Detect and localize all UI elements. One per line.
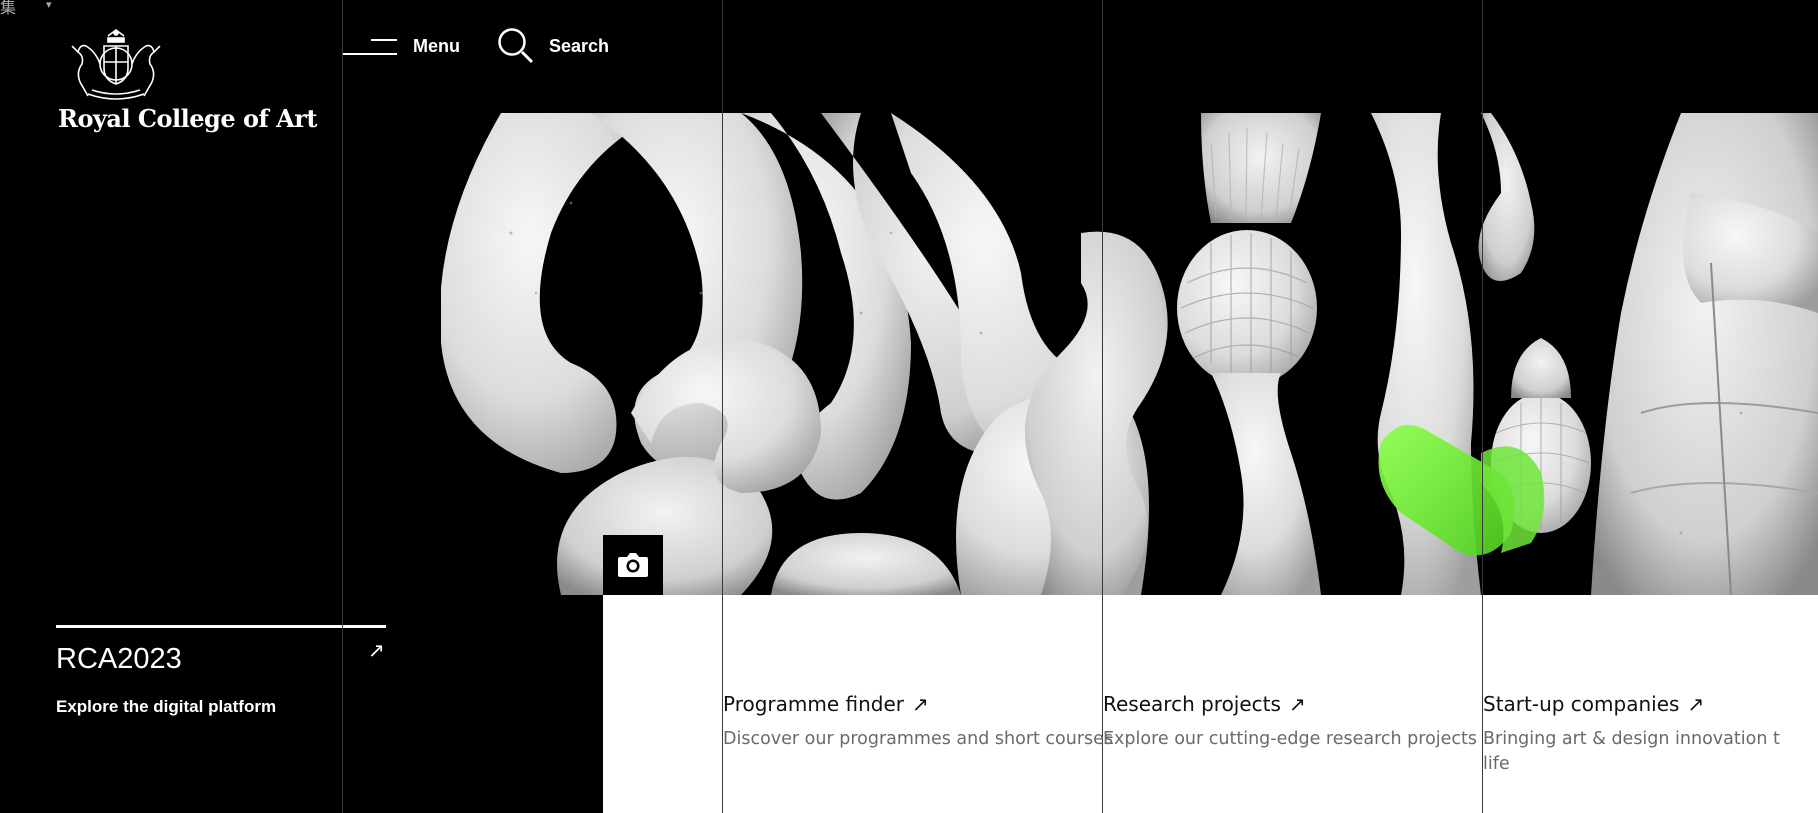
grid-line xyxy=(342,0,343,813)
card-description-line: life xyxy=(1483,754,1510,774)
startup-companies-link[interactable]: Start-up companies ↗ xyxy=(1483,692,1704,716)
ime-indicator: 集 xyxy=(0,0,17,17)
card-description: Bringing art & design innovation t life xyxy=(1483,727,1780,777)
page: 集 ▾ Royal College of Art Menu Search Pro… xyxy=(0,0,1818,813)
card-research-projects: Research projects ↗ Explore our cutting-e… xyxy=(1103,692,1477,752)
hamburger-icon xyxy=(343,35,397,57)
promo-title-link[interactable]: RCA2023 xyxy=(56,643,182,676)
brand-name: Royal College of Art xyxy=(58,104,317,133)
card-startup-companies: Start-up companies ↗ Bringing art & desig… xyxy=(1483,692,1780,777)
image-credit-button[interactable] xyxy=(603,535,663,595)
camera-icon xyxy=(618,553,648,577)
research-projects-link[interactable]: Research projects ↗ xyxy=(1103,692,1306,716)
card-title: Research projects xyxy=(1103,692,1281,716)
card-title: Programme finder xyxy=(723,692,905,716)
card-description-line: Bringing art & design innovation t xyxy=(1483,729,1780,749)
arrow-up-right-icon: ↗ xyxy=(912,692,929,716)
search-button[interactable]: Search xyxy=(497,26,609,66)
hero-image xyxy=(441,113,1818,595)
promo-divider xyxy=(56,625,386,628)
card-description: Discover our programmes and short course… xyxy=(723,729,1114,749)
promo-subtitle: Explore the digital platform xyxy=(56,697,277,716)
royal-crest-icon xyxy=(71,29,161,100)
ime-dropdown-icon[interactable]: ▾ xyxy=(46,0,52,11)
arrow-up-right-icon: ↗ xyxy=(1288,692,1306,716)
card-title: Start-up companies xyxy=(1483,692,1680,716)
menu-label: Menu xyxy=(413,35,460,56)
card-description: Explore our cutting-edge research projec… xyxy=(1103,729,1478,749)
search-icon xyxy=(498,28,534,64)
search-label: Search xyxy=(549,35,610,56)
card-programme-finder: Programme finder ↗ Discover our programme… xyxy=(723,692,1113,752)
arrow-up-right-icon[interactable]: ↗ xyxy=(368,638,385,662)
arrow-up-right-icon: ↗ xyxy=(1687,692,1705,716)
hero-sculpture-illustration xyxy=(441,113,1818,595)
programme-finder-link[interactable]: Programme finder ↗ xyxy=(723,692,929,716)
menu-button[interactable]: Menu xyxy=(343,28,460,64)
